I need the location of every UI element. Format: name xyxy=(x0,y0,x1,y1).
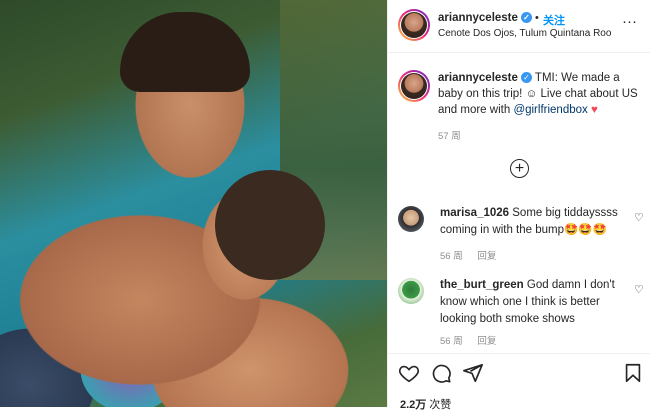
follow-separator: • xyxy=(535,12,539,24)
post-side-panel: ariannyceleste ✓ • 关注 Cenote Dos Ojos, Tu… xyxy=(388,0,650,411)
comment-timestamp[interactable]: 56 周 xyxy=(440,251,463,262)
more-horizontal-icon[interactable]: ··· xyxy=(622,13,637,30)
caption-avatar[interactable] xyxy=(398,70,430,102)
commenter-avatar[interactable] xyxy=(398,206,424,232)
bookmark-icon[interactable] xyxy=(622,362,644,384)
post-header: ariannyceleste ✓ • 关注 Cenote Dos Ojos, Tu… xyxy=(388,0,650,53)
caption-username[interactable]: ariannyceleste xyxy=(438,72,518,84)
photo-subject-hair xyxy=(120,12,250,92)
heart-icon[interactable] xyxy=(398,362,420,384)
comment-meta: 56 周 回复 xyxy=(440,248,508,262)
comment-like-heart-icon[interactable]: ♡ xyxy=(634,211,644,224)
commenter-avatar[interactable] xyxy=(398,278,424,304)
caption-text: ariannyceleste ✓ TMI: We made a baby on t… xyxy=(438,70,638,118)
comment-text: marisa_1026 Some big tiddayssss coming i… xyxy=(440,205,620,239)
likes-number[interactable]: 2.2万 xyxy=(400,399,426,411)
send-icon[interactable] xyxy=(462,362,484,384)
caption-mention-link[interactable]: @girlfriendbox xyxy=(513,104,587,116)
likes-count[interactable]: 2.2万 次赞 xyxy=(400,396,451,412)
comment-reply-button[interactable]: 回复 xyxy=(477,336,496,347)
comment-username[interactable]: marisa_1026 xyxy=(440,207,509,219)
heart-emoji: ♥ xyxy=(590,104,598,116)
comment-reply-button[interactable]: 回复 xyxy=(477,251,496,262)
verified-badge-icon: ✓ xyxy=(520,72,532,84)
author-username[interactable]: ariannyceleste ✓ xyxy=(438,12,532,24)
comment-meta: 56 周 回复 xyxy=(440,333,508,347)
actions-divider xyxy=(388,353,650,354)
comment-text: the_burt_green God damn I don't know whi… xyxy=(440,277,620,328)
author-username-text[interactable]: ariannyceleste xyxy=(438,12,518,24)
author-avatar[interactable] xyxy=(398,9,430,41)
comment-like-heart-icon[interactable]: ♡ xyxy=(634,283,644,296)
post-location[interactable]: Cenote Dos Ojos, Tulum Quintana Roo xyxy=(438,28,611,39)
plus-circle-icon[interactable]: + xyxy=(510,159,529,178)
post-photo[interactable] xyxy=(0,0,387,407)
likes-suffix: 次赞 xyxy=(429,399,452,411)
photo-subject-hair-2 xyxy=(215,170,325,280)
comment-timestamp[interactable]: 56 周 xyxy=(440,336,463,347)
comment-icon[interactable] xyxy=(430,362,452,384)
follow-button[interactable]: 关注 xyxy=(543,12,565,28)
caption-timestamp[interactable]: 57 周 xyxy=(438,128,461,142)
comment-username[interactable]: the_burt_green xyxy=(440,279,524,291)
verified-badge-icon: ✓ xyxy=(520,12,532,24)
